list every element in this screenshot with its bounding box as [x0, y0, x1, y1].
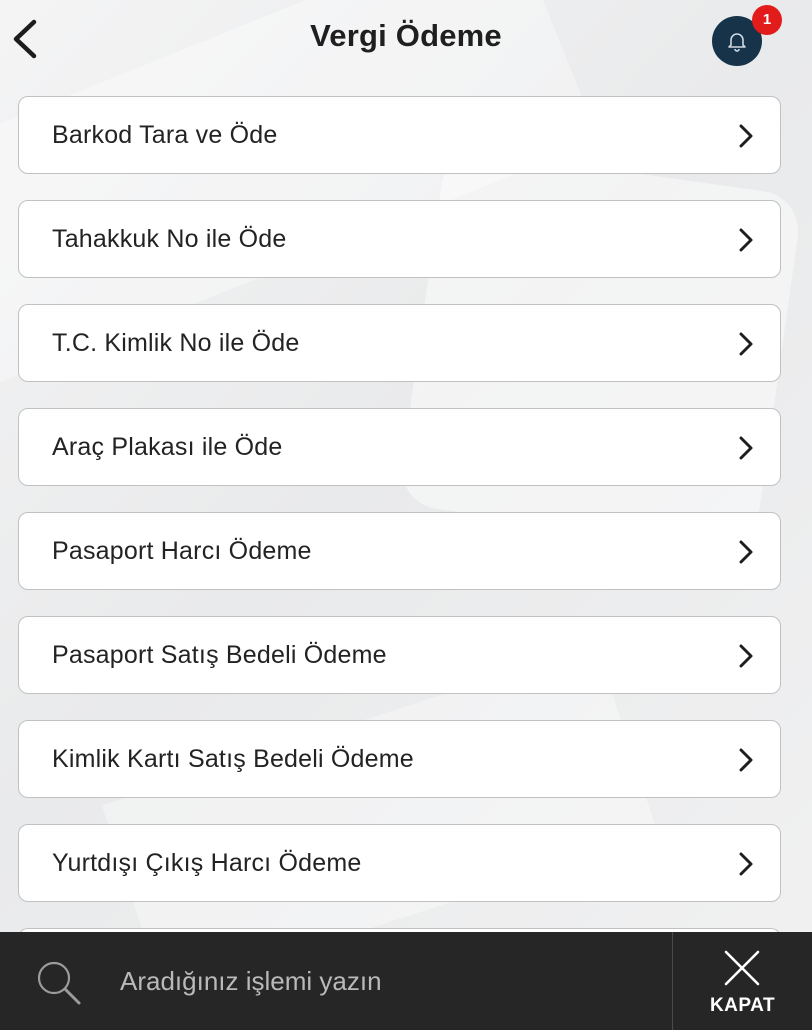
close-label: KAPAT	[709, 995, 776, 1016]
menu-item-tahakkuk[interactable]: Tahakkuk No ile Öde	[18, 200, 781, 278]
chevron-right-icon	[739, 124, 753, 148]
page-title: Vergi Ödeme	[310, 18, 502, 53]
chevron-right-icon	[739, 852, 753, 876]
chevron-right-icon	[739, 332, 753, 356]
menu-item-pasaport-satis[interactable]: Pasaport Satış Bedeli Ödeme	[18, 616, 781, 694]
menu-item-label: Araç Plakası ile Öde	[52, 433, 283, 461]
menu-item-kimlik-karti[interactable]: Kimlik Kartı Satış Bedeli Ödeme	[18, 720, 781, 798]
menu-item-label: Barkod Tara ve Öde	[52, 121, 278, 149]
chevron-right-icon	[739, 748, 753, 772]
menu-item-arac-plakasi[interactable]: Araç Plakası ile Öde	[18, 408, 781, 486]
menu-item-barkod[interactable]: Barkod Tara ve Öde	[18, 96, 781, 174]
search-input[interactable]	[120, 961, 640, 1001]
menu-item-label: Pasaport Satış Bedeli Ödeme	[52, 641, 387, 669]
bottom-bar: KAPAT	[0, 932, 812, 1030]
notification-badge: 1	[752, 5, 782, 35]
header: Vergi Ödeme 1	[0, 0, 812, 82]
menu-item-tc-kimlik[interactable]: T.C. Kimlik No ile Öde	[18, 304, 781, 382]
menu-item-label: Tahakkuk No ile Öde	[52, 225, 287, 253]
search-bar	[0, 932, 672, 1030]
chevron-right-icon	[739, 644, 753, 668]
search-icon	[37, 961, 81, 1005]
menu-item-label: Pasaport Harcı Ödeme	[52, 537, 312, 565]
menu-item-label: T.C. Kimlik No ile Öde	[52, 329, 300, 357]
menu-item-label: Yurtdışı Çıkış Harcı Ödeme	[52, 849, 362, 877]
close-button[interactable]: KAPAT	[673, 932, 812, 1030]
menu-item-label: Kimlik Kartı Satış Bedeli Ödeme	[52, 745, 414, 773]
close-icon	[724, 950, 760, 986]
menu-item-yurtdisi-cikis[interactable]: Yurtdışı Çıkış Harcı Ödeme	[18, 824, 781, 902]
chevron-right-icon	[739, 540, 753, 564]
chevron-right-icon	[739, 436, 753, 460]
bell-icon	[728, 33, 746, 52]
chevron-right-icon	[739, 228, 753, 252]
menu-item-pasaport-harci[interactable]: Pasaport Harcı Ödeme	[18, 512, 781, 590]
payment-menu: Barkod Tara ve Öde Tahakkuk No ile Öde T…	[18, 96, 781, 994]
